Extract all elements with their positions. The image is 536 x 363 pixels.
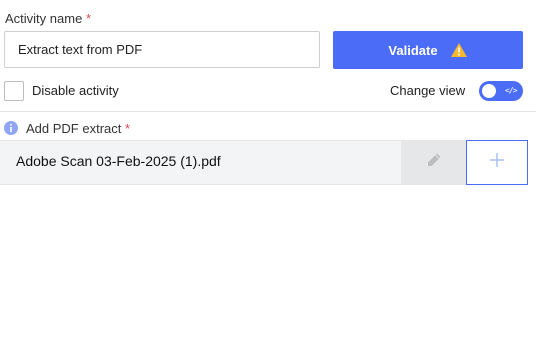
change-view-toggle[interactable]: </> (479, 81, 523, 101)
change-view-label: Change view (390, 83, 466, 98)
activity-name-label: Activity name * (5, 11, 91, 26)
code-icon: </> (505, 86, 517, 95)
disable-activity-checkbox[interactable] (4, 81, 24, 101)
warning-icon (450, 42, 468, 58)
toggle-knob (482, 84, 496, 98)
info-icon[interactable] (4, 121, 18, 135)
validate-button[interactable]: Validate (333, 31, 523, 69)
disable-activity-label: Disable activity (32, 83, 119, 98)
required-asterisk: * (125, 121, 131, 136)
pdf-file-row: Adobe Scan 03-Feb-2025 (1).pdf (0, 140, 528, 185)
pdf-file-name: Adobe Scan 03-Feb-2025 (1).pdf (16, 153, 221, 169)
edit-file-button[interactable] (401, 141, 466, 184)
plus-icon (490, 153, 504, 172)
activity-name-input[interactable] (4, 31, 320, 68)
add-pdf-extract-label: Add PDF extract * (26, 121, 130, 136)
validate-button-label: Validate (388, 42, 438, 58)
add-pdf-extract-label-text: Add PDF extract (26, 121, 122, 136)
pencil-icon (426, 152, 442, 173)
activity-name-label-text: Activity name (5, 11, 83, 26)
section-divider (0, 111, 536, 112)
add-file-button[interactable] (466, 140, 528, 185)
required-asterisk: * (85, 11, 91, 26)
